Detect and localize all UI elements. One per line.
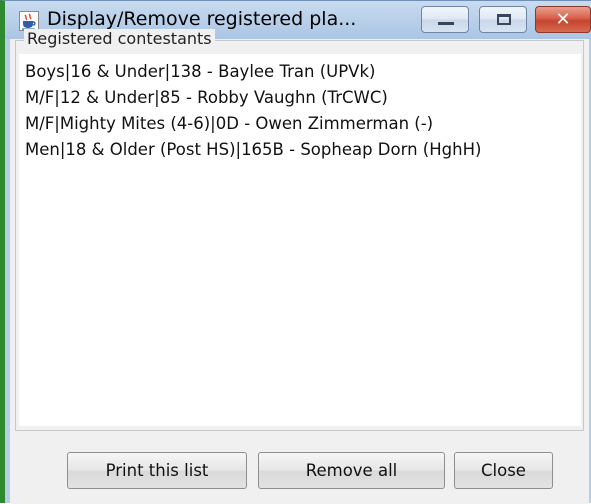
minimize-button[interactable] <box>421 6 469 33</box>
print-list-button[interactable]: Print this list <box>67 452 247 489</box>
maximize-button[interactable] <box>479 6 527 33</box>
list-item[interactable]: Men|18 & Older (Post HS)|165B - Sopheap … <box>25 138 575 162</box>
window-title: Display/Remove registered pla... <box>47 8 357 30</box>
list-item[interactable]: M/F|Mighty Mites (4-6)|0D - Owen Zimmerm… <box>25 112 575 136</box>
maximize-icon <box>497 14 511 25</box>
close-button[interactable]: Close <box>454 452 553 489</box>
remove-all-button[interactable]: Remove all <box>258 452 445 489</box>
close-icon: ✕ <box>555 9 571 30</box>
list-item[interactable]: Boys|16 & Under|138 - Baylee Tran (UPVk) <box>25 60 575 84</box>
group-title: Registered contestants <box>24 29 215 48</box>
dialog-window: Display/Remove registered pla... ✕ Regis… <box>0 0 591 504</box>
close-window-button[interactable]: ✕ <box>535 6 591 33</box>
minimize-icon <box>438 22 454 25</box>
contestant-list[interactable]: Boys|16 & Under|138 - Baylee Tran (UPVk)… <box>19 54 581 426</box>
list-item[interactable]: M/F|12 & Under|85 - Robby Vaughn (TrCWC) <box>25 86 575 110</box>
java-cup-icon <box>19 11 39 31</box>
